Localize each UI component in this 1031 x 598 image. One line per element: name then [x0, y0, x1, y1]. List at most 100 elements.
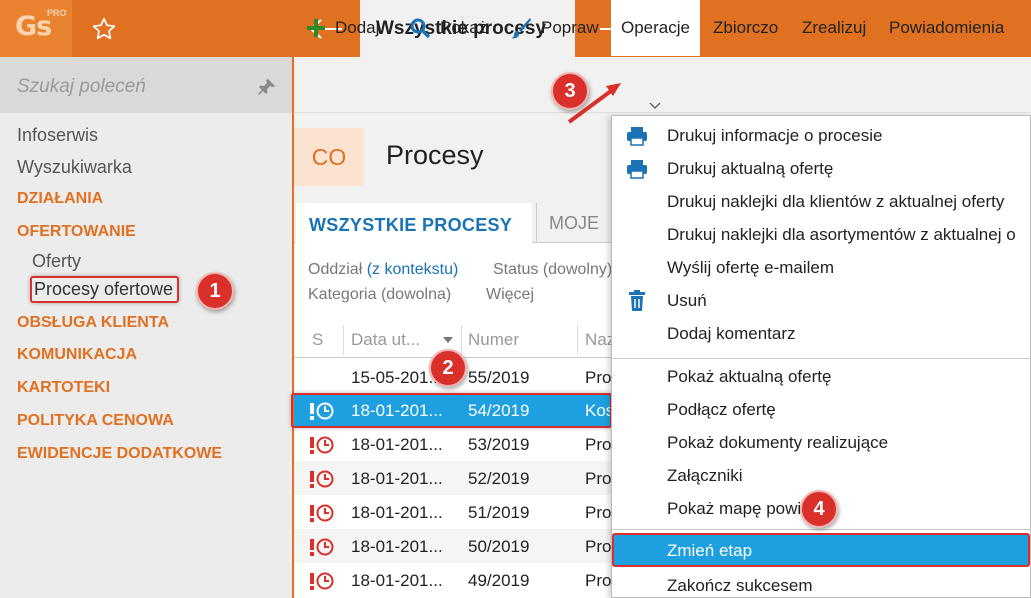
- menu-item[interactable]: Drukuj naklejki dla asortymentów z aktua…: [667, 225, 1016, 245]
- menu-separator: [612, 358, 1031, 359]
- edit-button[interactable]: Popraw: [510, 0, 599, 56]
- sidebar-item-oferty[interactable]: Oferty: [32, 251, 81, 272]
- summary-button-label: Zbiorczo: [713, 18, 779, 37]
- filter-status-value[interactable]: (dowolny): [543, 261, 612, 278]
- filter-category[interactable]: Kategoria (dowolna): [308, 286, 451, 304]
- filter-more[interactable]: Więcej: [486, 286, 534, 304]
- column-header-status[interactable]: S: [312, 330, 323, 350]
- table-cell-name: Pro: [585, 469, 612, 488]
- menu-item[interactable]: Drukuj informacje o procesie: [667, 126, 882, 146]
- menu-item[interactable]: Pokaż aktualną ofertę: [667, 367, 831, 387]
- operations-button-label: Operacje: [621, 18, 690, 37]
- selected-row-highlight: [291, 393, 612, 428]
- filter-category-value[interactable]: (dowolna): [381, 286, 451, 303]
- add-button-label: Dodaj: [335, 18, 380, 37]
- tab-mine[interactable]: MOJE: [536, 203, 616, 243]
- alert-clock-icon: [308, 435, 336, 455]
- realize-button-label: Zrealizuj: [802, 18, 867, 37]
- menu-item[interactable]: Drukuj naklejki dla klientów z aktualnej…: [667, 192, 1004, 212]
- summary-button[interactable]: Zbiorczo: [713, 0, 778, 56]
- menu-separator: [612, 529, 1031, 530]
- filter-status-label: Status: [493, 261, 539, 278]
- menu-item[interactable]: Zmień etap: [667, 541, 752, 561]
- filter-category-label: Kategoria: [308, 286, 377, 303]
- column-separator: [343, 325, 344, 355]
- table-cell-date: 18-01-201...: [351, 537, 443, 556]
- table-cell-name: Pro: [585, 503, 612, 522]
- menu-item[interactable]: Podłącz ofertę: [667, 400, 776, 420]
- logo-superscript: PRO: [47, 8, 67, 18]
- magnifier-icon: [410, 18, 431, 39]
- menu-item[interactable]: Wyślij ofertę e-mailem: [667, 258, 834, 278]
- sidebar-section-obsluga-klienta[interactable]: OBSŁUGA KLIENTA: [17, 314, 169, 332]
- command-search[interactable]: Szukaj poleceń: [0, 57, 292, 113]
- table-cell-name: Pro: [585, 537, 612, 556]
- pin-icon[interactable]: [257, 77, 277, 97]
- sidebar-item-wyszukiwarka[interactable]: Wyszukiwarka: [17, 157, 132, 178]
- star-icon[interactable]: [86, 11, 122, 47]
- app-logo[interactable]: Gs PRO: [0, 0, 72, 57]
- column-separator: [577, 325, 578, 355]
- callout-badge-2: 2: [429, 349, 467, 387]
- sidebar-section-ewidencje-dodatkowe[interactable]: EWIDENCJE DODATKOWE: [17, 445, 222, 463]
- table-cell-name: Pro: [585, 571, 612, 590]
- brush-icon: [510, 17, 532, 39]
- table-cell-date: 18-01-201...: [351, 435, 443, 454]
- alert-clock-icon: [308, 537, 336, 557]
- menu-item[interactable]: Dodaj komentarz: [667, 324, 796, 344]
- table-cell-number: 53/2019: [468, 435, 530, 454]
- toolbar: [294, 57, 1031, 113]
- printer-icon: [625, 125, 649, 147]
- show-button[interactable]: Pokaż: [410, 0, 487, 56]
- filter-branch-label: Oddział: [308, 261, 363, 278]
- column-header-date[interactable]: Data ut...: [351, 330, 420, 350]
- table-cell-date: 18-01-201...: [351, 503, 443, 522]
- show-button-label: Pokaż: [440, 18, 488, 37]
- trash-icon: [625, 290, 649, 312]
- edit-button-label: Popraw: [541, 18, 599, 37]
- sort-desc-icon[interactable]: [442, 336, 454, 344]
- sidebar-section-polityka-cenowa[interactable]: POLITYKA CENOWA: [17, 412, 174, 430]
- filter-branch-value[interactable]: (z kontekstu): [367, 261, 459, 278]
- chevron-down-icon: [649, 102, 661, 110]
- sidebar-item-infoserwis[interactable]: Infoserwis: [17, 125, 98, 146]
- realize-button[interactable]: Zrealizuj: [802, 0, 866, 56]
- sidebar-section-komunikacja[interactable]: KOMUNIKACJA: [17, 346, 137, 364]
- menu-item[interactable]: Zakończ sukcesem: [667, 576, 813, 596]
- table-cell-date: 18-01-201...: [351, 571, 443, 590]
- operations-button[interactable]: Operacje: [611, 0, 700, 56]
- callout-arrow-icon: [567, 83, 621, 124]
- sidebar-section-ofertowanie[interactable]: OFERTOWANIE: [17, 223, 136, 241]
- callout-badge-1: 1: [196, 272, 234, 310]
- notifications-button[interactable]: Powiadomienia: [889, 0, 1004, 56]
- menu-item[interactable]: Załączniki: [667, 466, 743, 486]
- alert-clock-icon: [308, 469, 336, 489]
- table-cell-number: 52/2019: [468, 469, 530, 488]
- table-cell-name: Pro: [585, 368, 612, 387]
- table-cell-number: 55/2019: [468, 368, 530, 387]
- column-header-number[interactable]: Numer: [468, 330, 519, 350]
- table-cell-name: Pro: [585, 435, 612, 454]
- sidebar-section-kartoteki[interactable]: KARTOTEKI: [17, 379, 110, 397]
- table-cell-number: 49/2019: [468, 571, 530, 590]
- sidebar-item-procesy-ofertowe[interactable]: Procesy ofertowe: [30, 276, 180, 303]
- notifications-button-label: Powiadomienia: [889, 18, 1005, 37]
- table-cell-number: 51/2019: [468, 503, 530, 522]
- sidebar-section-dzialania[interactable]: DZIAŁANIA: [17, 190, 103, 208]
- alert-clock-icon: [308, 571, 336, 591]
- filter-status[interactable]: Status (dowolny): [493, 261, 612, 279]
- page-title: Procesy: [386, 140, 484, 170]
- module-code-badge: CO: [294, 128, 364, 186]
- search-input[interactable]: Szukaj poleceń: [17, 76, 146, 98]
- plus-icon: [306, 18, 326, 38]
- alert-clock-icon: [308, 503, 336, 523]
- menu-item[interactable]: Pokaż dokumenty realizujące: [667, 433, 888, 453]
- filter-branch[interactable]: Oddział (z kontekstu): [308, 261, 458, 279]
- menu-item[interactable]: Drukuj aktualną ofertę: [667, 159, 833, 179]
- printer-icon: [625, 158, 649, 180]
- tab-all-processes-view[interactable]: WSZYSTKIE PROCESY: [296, 203, 532, 244]
- menu-item[interactable]: Usuń: [667, 291, 707, 311]
- logo-text: Gs: [15, 11, 52, 42]
- column-separator: [461, 325, 462, 355]
- add-button[interactable]: Dodaj: [306, 0, 379, 56]
